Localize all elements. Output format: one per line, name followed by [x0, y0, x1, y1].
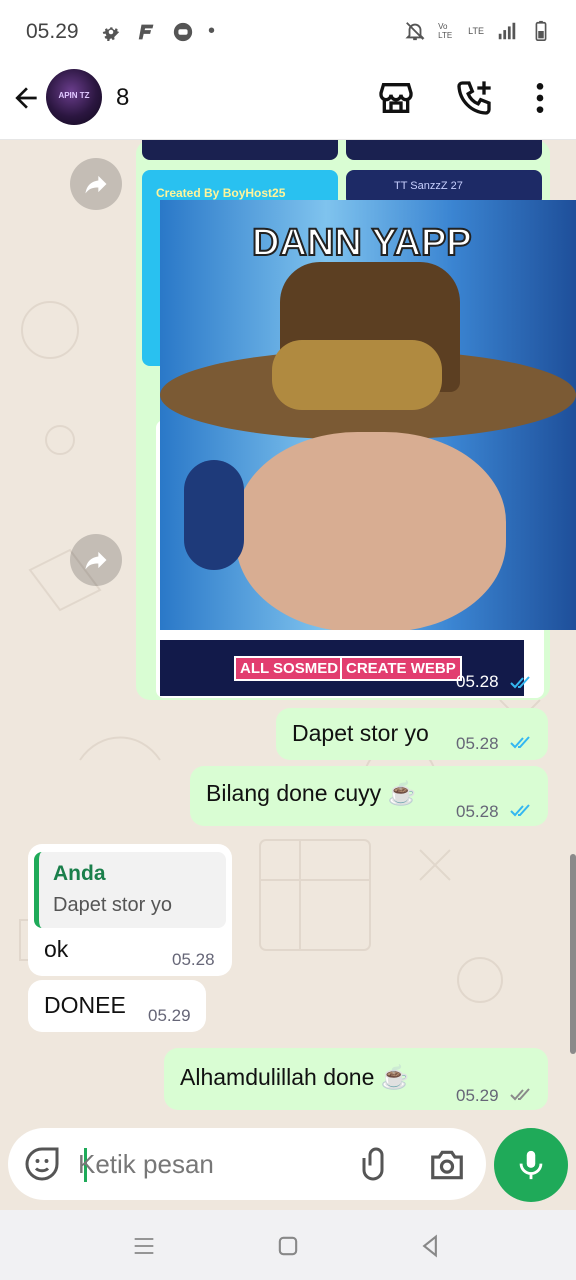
- more-vert-icon[interactable]: [520, 78, 560, 118]
- settings-icon: [102, 26, 120, 41]
- recent-apps-icon[interactable]: [130, 1232, 158, 1260]
- goggles-shape: [272, 340, 442, 410]
- sticker-image[interactable]: DANN YAPP: [160, 200, 576, 630]
- message-composer: [8, 1128, 486, 1200]
- chat-title[interactable]: 8: [116, 84, 129, 112]
- quote-text: Dapet stor yo: [53, 894, 172, 916]
- created-by-label: Created By BoyHost25: [156, 186, 286, 200]
- signal-icon: [498, 22, 516, 40]
- message-time: 05.29: [148, 1006, 191, 1025]
- message-bubble-outgoing[interactable]: Alhamdulillah done ☕ 05.29: [164, 1048, 548, 1110]
- back-arrow-icon[interactable]: [10, 82, 42, 114]
- camera-icon[interactable]: [428, 1146, 466, 1184]
- message-time: 05.29: [456, 1086, 499, 1105]
- status-bar: 05.29 • Vo LTE LTE: [0, 0, 576, 64]
- headphones-shape: [184, 460, 244, 570]
- mic-icon: [519, 1150, 543, 1180]
- status-dot: •: [208, 20, 216, 42]
- message-input[interactable]: [78, 1142, 338, 1186]
- message-text: Dapet stor yo: [292, 720, 429, 746]
- system-nav-bar: [0, 1210, 576, 1280]
- read-tick-icon: [510, 804, 530, 817]
- read-tick-icon: [510, 736, 530, 749]
- home-icon[interactable]: [274, 1232, 302, 1260]
- sticker-card-top-right: [346, 140, 542, 160]
- tt-label: TT SanzzZ 27: [394, 180, 463, 192]
- forward-icon: [85, 175, 107, 194]
- attach-icon[interactable]: [358, 1146, 394, 1182]
- lte-label: LTE: [468, 26, 484, 36]
- forward-icon: [85, 551, 107, 570]
- forward-button-1[interactable]: [70, 158, 122, 210]
- message-time: 05.28: [456, 734, 499, 753]
- sticker-card-top-left: [142, 140, 338, 160]
- create-webp-button[interactable]: CREATE WEBP: [340, 656, 462, 681]
- volte-label: Vo LTE: [438, 22, 453, 40]
- status-left-icons: •: [100, 20, 215, 43]
- message-text: ok: [44, 936, 69, 962]
- avatar-label: APIN TZ: [58, 91, 90, 100]
- message-text: Alhamdulillah done ☕: [180, 1064, 410, 1090]
- forward-button-2[interactable]: [70, 534, 122, 586]
- back-nav-icon[interactable]: [416, 1232, 444, 1260]
- message-app-icon: [173, 22, 193, 41]
- message-text: DONEE: [44, 992, 126, 1018]
- all-sosmed-button[interactable]: ALL SOSMED: [234, 656, 345, 681]
- message-bubble-incoming[interactable]: DONEE 05.29: [28, 980, 206, 1032]
- sticker-icon[interactable]: [24, 1146, 60, 1182]
- app-f-icon: [138, 24, 154, 39]
- status-time: 05.29: [26, 20, 79, 43]
- store-icon[interactable]: [376, 78, 416, 118]
- message-text: Bilang done cuyy ☕: [206, 780, 417, 806]
- message-bubble-outgoing[interactable]: Bilang done cuyy ☕ 05.28: [190, 766, 548, 826]
- message-bubble-incoming[interactable]: Anda Dapet stor yo ok 05.28: [28, 844, 232, 976]
- battery-icon: [535, 20, 547, 41]
- call-add-icon[interactable]: [454, 78, 494, 118]
- mute-bell-icon: [405, 22, 425, 41]
- mic-button[interactable]: [494, 1128, 568, 1202]
- message-time: 05.28: [456, 802, 499, 821]
- face-shape: [236, 432, 506, 630]
- message-bubble-outgoing[interactable]: Dapet stor yo 05.28: [276, 708, 548, 760]
- chat-header: APIN TZ 8: [0, 64, 576, 140]
- chat-area[interactable]: Created By BoyHost25 TT SanzzZ 27 DANN Y…: [0, 140, 576, 1118]
- scrollbar[interactable]: [570, 854, 576, 1054]
- status-right-icons: Vo LTE LTE: [404, 20, 552, 42]
- media-time: 05.28: [456, 672, 499, 691]
- avatar[interactable]: APIN TZ: [46, 69, 102, 125]
- delivered-tick-icon: [510, 1088, 530, 1101]
- quote-author: Anda: [53, 862, 106, 885]
- read-tick-icon: [510, 676, 530, 689]
- message-time: 05.28: [172, 950, 215, 969]
- sticker-title: DANN YAPP: [251, 221, 473, 265]
- quoted-message[interactable]: Anda Dapet stor yo: [34, 852, 226, 928]
